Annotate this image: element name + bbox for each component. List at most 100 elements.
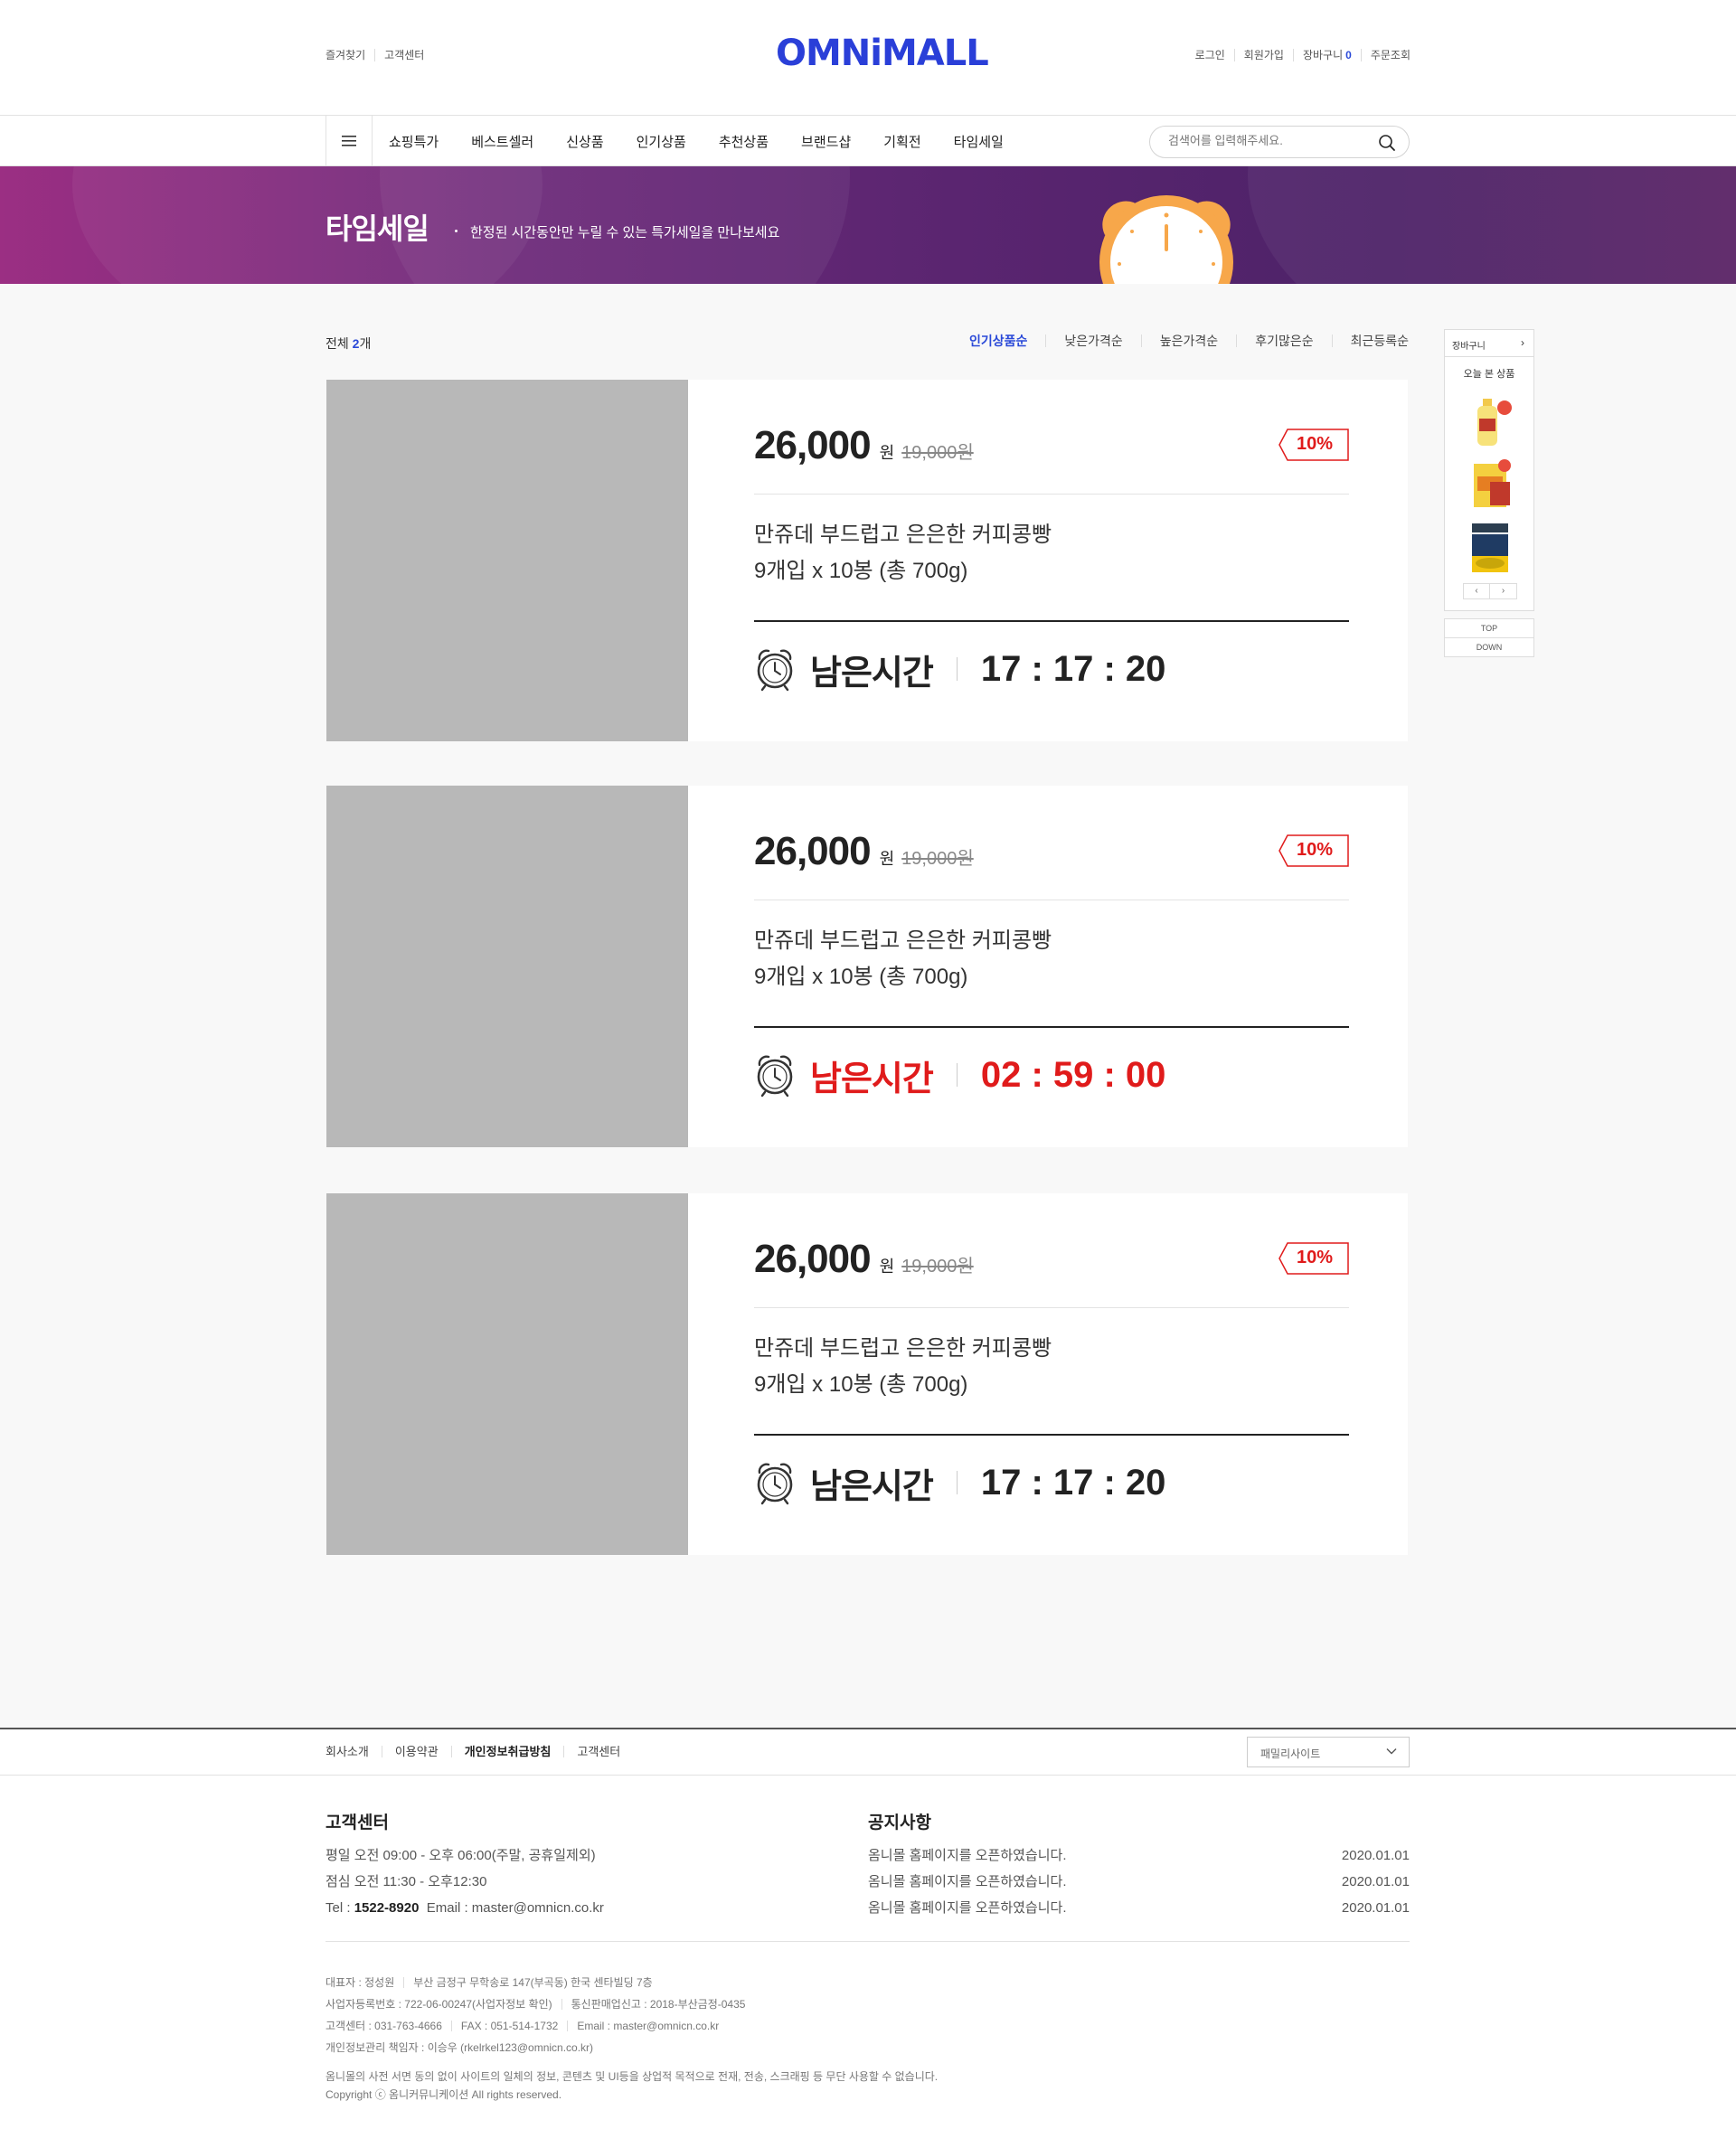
sort-recent[interactable]: 최근등록순 [1331, 334, 1409, 347]
nav-item-recommend[interactable]: 추천상품 [719, 132, 769, 151]
cs-contact: Tel : 1522-8920 Email : master@omnicn.co… [326, 1895, 604, 1921]
price-block: 26,000 원 19,000원 [754, 423, 974, 468]
sale-price: 26,000 [754, 829, 872, 873]
notice-text: 옴니몰 홈페이지를 오픈하였습니다. [868, 1848, 1067, 1863]
nav-item-exhibition[interactable]: 기획전 [883, 132, 920, 151]
recent-product-thumb[interactable] [1463, 457, 1517, 511]
product-card[interactable]: 26,000 원 19,000원 10% 만쥬데 부드럽고 은은한 커피콩빵 9… [326, 380, 1408, 741]
product-image[interactable] [326, 380, 688, 741]
scroll-down-button[interactable]: DOWN [1444, 637, 1534, 657]
sale-price: 26,000 [754, 1237, 872, 1281]
product-image[interactable] [326, 1193, 688, 1555]
bookmark-link[interactable]: 즐겨찾기 [326, 49, 374, 61]
notice-item[interactable]: 옴니몰 홈페이지를 오픈하였습니다. 2020.01.01 [868, 1842, 1410, 1869]
original-price: 19,000원 [901, 443, 974, 463]
product-card[interactable]: 26,000 원 19,000원 10% 만쥬데 부드럽고 은은한 커피콩빵 9… [326, 786, 1408, 1147]
recent-products-title: 오늘 본 상품 [1463, 369, 1515, 380]
scroll-top-button[interactable]: TOP [1444, 618, 1534, 638]
product-image[interactable] [326, 786, 688, 1147]
sort-reviews[interactable]: 후기많은순 [1236, 334, 1331, 347]
nav-item-shopping-special[interactable]: 쇼핑특가 [389, 132, 439, 151]
cart-link[interactable]: 장바구니 0 [1292, 49, 1361, 61]
recent-products-pager: ‹ › [1463, 583, 1517, 599]
cs-email: Email : master@omnicn.co.kr [426, 1900, 604, 1916]
cart-label: 장바구니 [1302, 49, 1344, 61]
footer-privacy-link[interactable]: 개인정보취급방침 [450, 1746, 564, 1757]
cs-hours: 평일 오전 09:00 - 오후 06:00(주말, 공휴일제외) [326, 1848, 596, 1863]
notice-text: 옴니몰 홈페이지를 오픈하였습니다. [868, 1874, 1067, 1889]
product-name[interactable]: 만쥬데 부드럽고 은은한 커피콩빵 9개입 x 10봉 (총 700g) [754, 517, 1052, 589]
footer-terms-link[interactable]: 이용약관 [381, 1746, 451, 1757]
login-link[interactable]: 로그인 [1186, 49, 1234, 61]
site-logo[interactable]: OMNiMALL [776, 33, 989, 74]
category-menu-button[interactable] [326, 116, 373, 166]
nav-item-bestseller[interactable]: 베스트셀러 [471, 132, 533, 151]
family-site-label: 패밀리사이트 [1260, 1748, 1321, 1760]
company-info: 대표자 : 정성원 부산 금정구 무학송로 147(부곡동) 한국 센타빌딩 7층… [326, 1972, 754, 2058]
notice-item[interactable]: 옴니몰 홈페이지를 오픈하였습니다. 2020.01.01 [868, 1869, 1410, 1895]
pager-prev-button[interactable]: ‹ [1463, 583, 1490, 599]
info-biz-no[interactable]: 사업자등록번호 : 722-06-00247(사업자정보 확인) [326, 1999, 561, 2010]
nav-item-new[interactable]: 신상품 [566, 132, 603, 151]
sale-price: 26,000 [754, 423, 872, 467]
recent-product-thumb[interactable] [1463, 520, 1517, 574]
price-unit: 원 [879, 850, 895, 868]
info-fax: FAX : 051-514-1732 [450, 2021, 567, 2031]
product-name-line1: 만쥬데 부드럽고 은은한 커피콩빵 [754, 523, 1052, 547]
discount-badge: 10% [1278, 429, 1349, 461]
notice-item[interactable]: 옴니몰 홈페이지를 오픈하였습니다. 2020.01.01 [868, 1895, 1410, 1921]
alarm-clock-icon [757, 1463, 793, 1505]
gnb-menu-list: 쇼핑특가 베스트셀러 신상품 인기상품 추천상품 브랜드샵 기획전 타임세일 [389, 116, 1036, 166]
nav-item-brand-shop[interactable]: 브랜드샵 [801, 132, 851, 151]
util-links-right: 로그인 회원가입 장바구니 0 주문조회 [1186, 49, 1410, 61]
alarm-clock-illustration [1099, 195, 1233, 284]
price-unit: 원 [879, 1258, 895, 1276]
footer-company-link[interactable]: 회사소개 [326, 1746, 382, 1757]
join-link[interactable]: 회원가입 [1233, 49, 1293, 61]
banner-description: 한정된 시간동안만 누릴 수 있는 특가세일을 만나보세요 [470, 225, 780, 240]
discount-rate: 10% [1297, 434, 1334, 454]
product-name[interactable]: 만쥬데 부드럽고 은은한 커피콩빵 9개입 x 10봉 (총 700g) [754, 1331, 1052, 1403]
countdown-timer: 남은시간 17 : 17 : 20 [754, 642, 1165, 696]
sort-popular[interactable]: 인기상품순 [951, 334, 1045, 347]
cs-title: 고객센터 [326, 1814, 389, 1832]
info-cs-tel: 고객센터 : 031-763-4666 [326, 2020, 442, 2032]
footer-divider [326, 1941, 1410, 1942]
cs-info: 평일 오전 09:00 - 오후 06:00(주말, 공휴일제외) 점심 오전 … [326, 1842, 604, 1921]
search-icon[interactable] [1378, 134, 1396, 152]
order-lookup-link[interactable]: 주문조회 [1360, 49, 1410, 61]
quick-menu: 장바구니 › 오늘 본 상품 ‹ › TOP DOWN [1444, 329, 1534, 657]
customer-center-link[interactable]: 고객센터 [374, 49, 433, 61]
footer-nav: 회사소개 이용약관 개인정보취급방침 고객센터 패밀리사이트 [0, 1729, 1736, 1776]
recent-products-box: 장바구니 › 오늘 본 상품 ‹ › [1444, 329, 1534, 611]
info-email: Email : master@omnicn.co.kr [567, 2021, 728, 2031]
timer-divider [754, 1434, 1349, 1436]
sort-high-price[interactable]: 높은가격순 [1140, 334, 1236, 347]
family-site-select[interactable]: 패밀리사이트 [1247, 1737, 1410, 1767]
timer-divider [754, 620, 1349, 622]
recent-product-thumb[interactable] [1463, 395, 1517, 449]
timer-label: 남은시간 [810, 1467, 934, 1506]
cs-lunch: 점심 오전 11:30 - 오후12:30 [326, 1874, 487, 1889]
nav-item-popular[interactable]: 인기상품 [637, 132, 686, 151]
banner-title: 타임세일 [326, 212, 429, 245]
footer-cs-link[interactable]: 고객센터 [563, 1746, 633, 1757]
sort-low-price[interactable]: 낮은가격순 [1045, 334, 1140, 347]
pager-next-button[interactable]: › [1490, 583, 1517, 599]
product-card[interactable]: 26,000 원 19,000원 10% 만쥬데 부드럽고 은은한 커피콩빵 9… [326, 1193, 1408, 1555]
product-name-line1: 만쥬데 부드럽고 은은한 커피콩빵 [754, 1336, 1052, 1361]
product-name-line2: 9개입 x 10봉 (총 700g) [754, 1372, 968, 1397]
timer-value: 02 : 59 : 00 [980, 1054, 1166, 1095]
search-input[interactable] [1168, 134, 1367, 147]
quick-cart-link[interactable]: 장바구니 › [1445, 330, 1533, 357]
nav-item-time-sale[interactable]: 타임세일 [954, 132, 1004, 151]
alarm-clock-icon [757, 1055, 793, 1098]
product-name[interactable]: 만쥬데 부드럽고 은은한 커피콩빵 9개입 x 10봉 (총 700g) [754, 923, 1052, 995]
copyright-block: 옴니몰의 사전 서면 동의 없이 사이트의 일체의 정보, 콘텐츠 및 UI등을… [326, 2068, 938, 2104]
discount-badge: 10% [1278, 1242, 1349, 1275]
notice-date: 2020.01.01 [1341, 1874, 1410, 1889]
chevron-right-icon: › [1521, 336, 1524, 349]
price-block: 26,000 원 19,000원 [754, 1237, 974, 1282]
total-suffix: 개 [359, 336, 372, 351]
discount-rate: 10% [1297, 1248, 1334, 1267]
